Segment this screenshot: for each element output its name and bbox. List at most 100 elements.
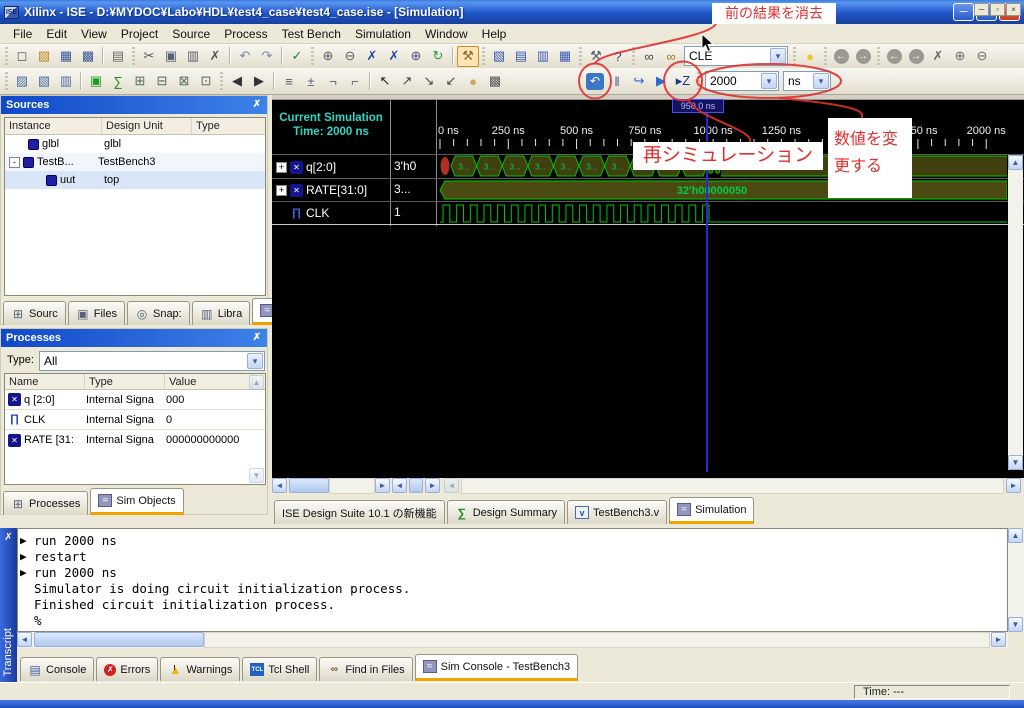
menu-window[interactable]: Window — [418, 25, 475, 43]
sim-unit-combo[interactable]: ns▾ — [783, 71, 831, 91]
zoom-fit-button[interactable]: ✗ — [383, 46, 405, 67]
transcript-close-icon[interactable]: ✗ — [2, 531, 15, 544]
find-button[interactable]: ∞ — [638, 46, 660, 67]
implement-hammer-button[interactable]: ⚒ — [457, 46, 479, 67]
expand-icon[interactable]: + — [276, 162, 287, 173]
pointer-select-button[interactable]: ↖ — [374, 71, 396, 92]
tab-snap[interactable]: ◎Snap: — [127, 301, 190, 325]
cascade-windows-button[interactable]: ▧ — [488, 46, 510, 67]
zoom-full-view-button[interactable]: ✗ — [361, 46, 383, 67]
close-document-button[interactable]: ✗ — [927, 46, 949, 67]
tab-sourc[interactable]: ⊞Sourc — [3, 301, 66, 325]
menu-test-bench[interactable]: Test Bench — [275, 25, 348, 43]
tile-horizontal-button[interactable]: ▤ — [510, 46, 532, 67]
run-for-time-button[interactable]: ▸Z — [672, 71, 694, 92]
collapse-icon[interactable]: - — [9, 157, 20, 168]
column-header-design-unit[interactable]: Design Unit — [102, 118, 192, 134]
menu-file[interactable]: File — [6, 25, 39, 43]
print-button[interactable]: ▤ — [107, 46, 129, 67]
chip-constraints-button[interactable]: ⊞ — [129, 71, 151, 92]
scrollbar-thumb[interactable] — [34, 632, 204, 647]
scroll-right-icon[interactable]: ► — [991, 632, 1006, 647]
scrollbar-thumb[interactable] — [409, 478, 423, 493]
scrollbar-thumb[interactable] — [289, 478, 329, 493]
sim-time-dropdown-button[interactable]: ▾ — [761, 73, 777, 89]
column-divider[interactable] — [390, 100, 391, 226]
customize-button[interactable]: ⚒ — [585, 46, 607, 67]
new-source-button[interactable]: ▨ — [11, 71, 33, 92]
save-button[interactable]: ▦ — [55, 46, 77, 67]
save-all-button[interactable]: ▩ — [77, 46, 99, 67]
sim-object-row-rate[interactable]: ✕ RATE [31: Internal Signa 000000000000 — [5, 430, 265, 450]
bottom-tab-tcl-shell[interactable]: TCLTcl Shell — [242, 657, 317, 681]
menu-process[interactable]: Process — [217, 25, 274, 43]
type-filter-combo[interactable]: All ▾ — [39, 351, 265, 371]
column-header-name[interactable]: Name — [5, 374, 85, 389]
signal-row-clk[interactable]: ∏ CLK — [272, 202, 390, 224]
redo-button[interactable]: ↷ — [256, 46, 278, 67]
tree-row-testbench[interactable]: - TestB... TestBench3 — [5, 153, 265, 171]
doc-tab-design-summary[interactable]: ∑Design Summary — [447, 500, 565, 524]
whats-this-help-button[interactable]: ? — [607, 46, 629, 67]
arrange-windows-button[interactable]: ▦ — [554, 46, 576, 67]
scroll-left-icon[interactable]: ◄ — [17, 632, 32, 647]
sim-unit-dropdown-button[interactable]: ▾ — [813, 73, 829, 89]
scroll-left-icon[interactable]: ◄ — [392, 478, 407, 493]
wave-zoom-x-button[interactable]: ▩ — [484, 71, 506, 92]
step-sim-button[interactable]: ↪ — [628, 71, 650, 92]
scroll-down-icon[interactable]: ▼ — [1008, 455, 1023, 470]
tab-files[interactable]: ▣Files — [68, 301, 125, 325]
menu-view[interactable]: View — [74, 25, 114, 43]
find-in-files-button[interactable]: ∞ — [660, 46, 682, 67]
prev-marker-button[interactable]: ◀ — [226, 71, 248, 92]
undo-button[interactable]: ↶ — [234, 46, 256, 67]
marker-2-button[interactable]: ± — [300, 71, 322, 92]
zoom-out-alt-button[interactable]: ⊖ — [971, 46, 993, 67]
chip-update-button[interactable]: ⊡ — [195, 71, 217, 92]
scroll-right-icon[interactable]: ► — [1006, 478, 1021, 493]
tab-libra[interactable]: ▥Libra — [192, 301, 250, 325]
bottom-tab-warnings[interactable]: ▲!Warnings — [160, 657, 240, 681]
marker-4-button[interactable]: ⌐ — [344, 71, 366, 92]
menu-simulation[interactable]: Simulation — [348, 25, 418, 43]
paste-button[interactable]: ▥ — [182, 46, 204, 67]
zoom-in-alt-button[interactable]: ⊕ — [949, 46, 971, 67]
implement-chip-button[interactable]: ▣ — [85, 71, 107, 92]
tab-processes[interactable]: ⊞Processes — [3, 491, 88, 515]
column-header-value[interactable]: Value — [165, 374, 253, 389]
marker-1-button[interactable]: ≡ — [278, 71, 300, 92]
column-header-instance[interactable]: Instance — [5, 118, 102, 134]
scroll-left-icon[interactable]: ◄ — [444, 478, 459, 493]
sim-object-row-q[interactable]: ✕ q [2:0] Internal Signa 000 — [5, 390, 265, 410]
tab-sim-objects[interactable]: ≈Sim Objects — [90, 488, 183, 515]
mdi-minimize-button[interactable]: ─ — [974, 3, 989, 16]
tile-vertical-button[interactable]: ▥ — [532, 46, 554, 67]
tree-row-glbl[interactable]: glbl glbl — [5, 135, 265, 153]
bottom-tab-find-in-files[interactable]: ∞Find in Files — [319, 657, 412, 681]
pause-sim-button[interactable]: ‖ — [606, 71, 628, 92]
nav-back-button[interactable]: ← — [883, 46, 905, 67]
chip-remove-button[interactable]: ⊠ — [173, 71, 195, 92]
zoom-area-button[interactable]: ⊕ — [405, 46, 427, 67]
tree-row-uut[interactable]: uut top — [5, 171, 265, 189]
check-syntax-button[interactable]: ✓ — [286, 46, 308, 67]
delete-button[interactable]: ✗ — [204, 46, 226, 67]
open-folder-button[interactable]: ▨ — [33, 46, 55, 67]
column-header-type[interactable]: Type — [192, 118, 262, 134]
sim-object-row-clk[interactable]: ∏ CLK Internal Signa 0 — [5, 410, 265, 430]
bottom-tab-sim-console-testbench3[interactable]: ≈Sim Console - TestBench3 — [415, 654, 578, 681]
zoom-in-button[interactable]: ⊕ — [317, 46, 339, 67]
view-source-button[interactable]: ▥ — [55, 71, 77, 92]
measure-pct-2-button[interactable]: ↘ — [418, 71, 440, 92]
sources-close-icon[interactable]: ✗ — [250, 98, 264, 112]
search-combo[interactable]: CLE▾ — [684, 46, 788, 66]
minimize-button[interactable]: ─ — [953, 3, 974, 21]
menu-help[interactable]: Help — [475, 25, 514, 43]
scroll-left-icon[interactable]: ◄ — [272, 478, 287, 493]
scroll-down-icon[interactable]: ▼ — [1008, 617, 1023, 632]
zoom-out-button[interactable]: ⊖ — [339, 46, 361, 67]
menu-source[interactable]: Source — [165, 25, 217, 43]
menu-project[interactable]: Project — [114, 25, 165, 43]
summary-sigma-button[interactable]: ∑ — [107, 71, 129, 92]
menu-edit[interactable]: Edit — [39, 25, 74, 43]
